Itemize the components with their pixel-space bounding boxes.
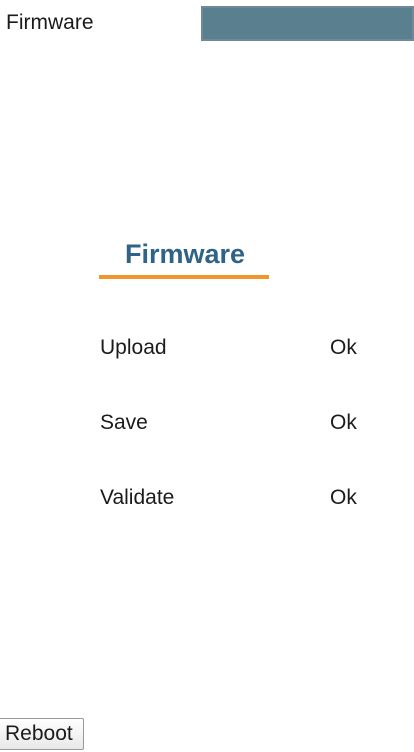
tab-highlight-bar	[201, 6, 414, 41]
step-status: Ok	[330, 411, 357, 434]
status-row-save: Save Ok	[100, 409, 390, 439]
step-label: Upload	[100, 336, 167, 359]
step-label: Validate	[100, 486, 175, 509]
panel-title: Firmware	[124, 239, 246, 269]
step-status: Ok	[330, 486, 357, 509]
reboot-button[interactable]: Reboot	[0, 718, 84, 750]
tab-firmware[interactable]: Firmware	[6, 10, 94, 36]
step-label: Save	[100, 411, 148, 434]
title-underline	[99, 275, 269, 279]
status-row-validate: Validate Ok	[100, 484, 390, 514]
status-row-upload: Upload Ok	[100, 334, 390, 364]
top-tab-bar: Firmware	[0, 0, 414, 46]
step-status: Ok	[330, 336, 357, 359]
